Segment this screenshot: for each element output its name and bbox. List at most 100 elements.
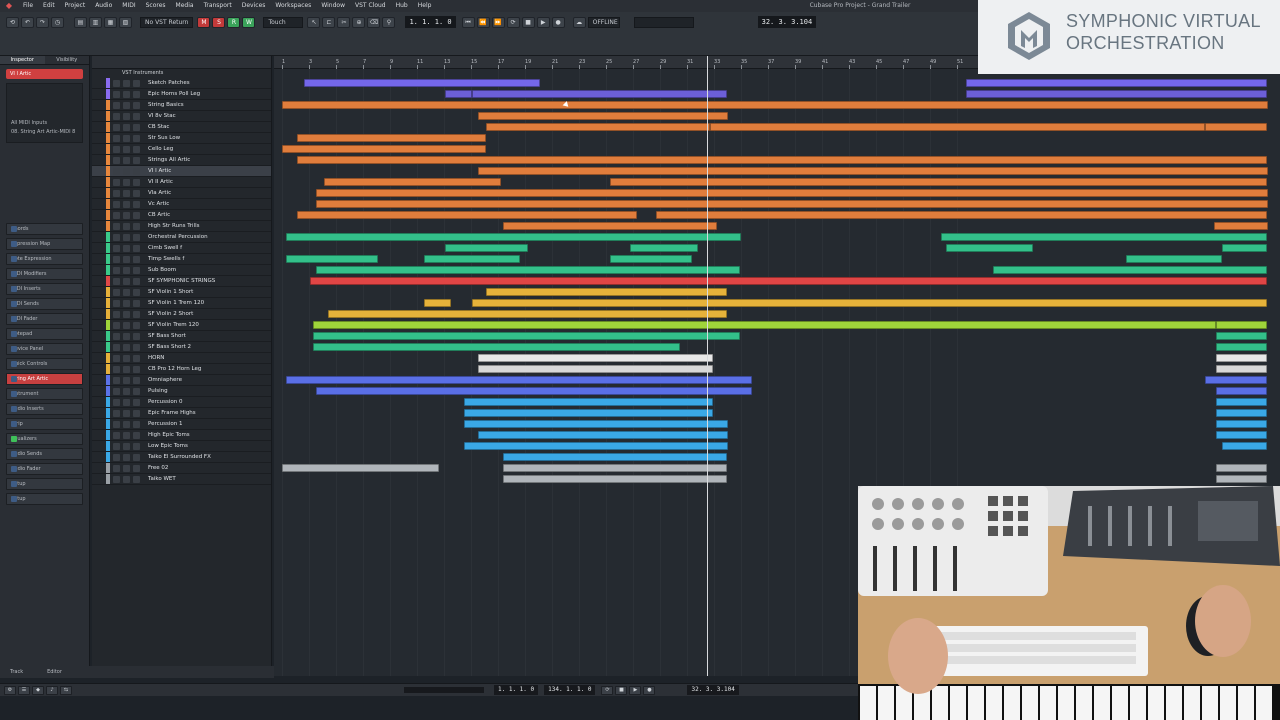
- inspector-section-audio-inserts[interactable]: Audio Inserts: [6, 403, 83, 415]
- menu-devices[interactable]: Devices: [237, 0, 271, 12]
- inspector-track-controls[interactable]: All MIDI Inputs 08. String Art Artic-MID…: [6, 83, 83, 143]
- section-toggle-icon[interactable]: [11, 271, 17, 277]
- tab-inspector[interactable]: Inspector: [0, 56, 45, 65]
- section-toggle-icon[interactable]: [11, 346, 17, 352]
- track-row[interactable]: Strings All Artic: [92, 155, 271, 166]
- section-toggle-icon[interactable]: [11, 226, 17, 232]
- solo-button[interactable]: [123, 332, 130, 340]
- show-inspector-button[interactable]: ▤: [74, 16, 87, 28]
- event-part[interactable]: [313, 321, 1217, 329]
- event-part[interactable]: [1216, 321, 1268, 329]
- solo-button[interactable]: [123, 321, 130, 329]
- solo-button[interactable]: [123, 79, 130, 87]
- monitor-button[interactable]: [133, 288, 140, 296]
- event-part[interactable]: [445, 244, 528, 252]
- track-row[interactable]: CB Stac: [92, 122, 271, 133]
- monitor-button[interactable]: [133, 123, 140, 131]
- mute-button[interactable]: [113, 299, 120, 307]
- track-row[interactable]: VI II Artic: [92, 177, 271, 188]
- event-part[interactable]: [296, 211, 638, 219]
- menu-midi[interactable]: MIDI: [117, 0, 140, 12]
- event-part[interactable]: [445, 90, 473, 98]
- event-part[interactable]: [1216, 365, 1268, 373]
- track-row[interactable]: SF Violin 1 Trem 120: [92, 298, 271, 309]
- event-part[interactable]: [1216, 475, 1268, 483]
- section-toggle-icon[interactable]: [11, 331, 17, 337]
- track-row[interactable]: Sub Boom: [92, 265, 271, 276]
- play-button[interactable]: ▶: [536, 16, 550, 28]
- tab-editor[interactable]: Editor: [47, 669, 62, 675]
- tab-track[interactable]: Track: [10, 669, 23, 675]
- solo-button[interactable]: [123, 387, 130, 395]
- inspector-section-midi-modifiers[interactable]: MIDI Modifiers: [6, 268, 83, 280]
- track-row[interactable]: Cello Leg: [92, 144, 271, 155]
- monitor-button[interactable]: [133, 310, 140, 318]
- mute-button[interactable]: [113, 376, 120, 384]
- mute-button[interactable]: [113, 255, 120, 263]
- mute-button[interactable]: [113, 200, 120, 208]
- menu-edit[interactable]: Edit: [38, 0, 60, 12]
- monitor-button[interactable]: [133, 266, 140, 274]
- event-part[interactable]: [1216, 420, 1268, 428]
- event-part[interactable]: [946, 244, 1033, 252]
- mute-button[interactable]: [113, 123, 120, 131]
- solo-button[interactable]: [123, 442, 130, 450]
- event-part[interactable]: [1216, 387, 1268, 395]
- mute-button[interactable]: [113, 222, 120, 230]
- event-part[interactable]: [423, 255, 520, 263]
- inspector-section-midi-inserts[interactable]: MIDI Inserts: [6, 283, 83, 295]
- solo-button[interactable]: [123, 178, 130, 186]
- menu-media[interactable]: Media: [171, 0, 199, 12]
- event-part[interactable]: [1216, 464, 1268, 472]
- event-part[interactable]: [282, 464, 439, 472]
- menu-window[interactable]: Window: [316, 0, 350, 12]
- solo-button[interactable]: [123, 409, 130, 417]
- track-row[interactable]: HORN: [92, 353, 271, 364]
- monitor-button[interactable]: [133, 365, 140, 373]
- menu-scores[interactable]: Scores: [141, 0, 171, 12]
- menu-help[interactable]: Help: [413, 0, 437, 12]
- solo-button[interactable]: [123, 277, 130, 285]
- solo-button[interactable]: [123, 101, 130, 109]
- section-toggle-icon[interactable]: [11, 466, 17, 472]
- section-toggle-icon[interactable]: [11, 436, 17, 442]
- event-part[interactable]: [464, 398, 713, 406]
- inspector-section-audio-sends[interactable]: Audio Sends: [6, 448, 83, 460]
- event-part[interactable]: [993, 266, 1268, 274]
- event-part[interactable]: [315, 189, 1268, 197]
- mute-button[interactable]: [113, 244, 120, 252]
- erase-tool[interactable]: ⌫: [367, 16, 381, 28]
- mute-button[interactable]: [113, 145, 120, 153]
- transport-play-button[interactable]: ▶: [629, 685, 642, 695]
- section-toggle-icon[interactable]: [11, 241, 17, 247]
- track-row[interactable]: VI 8v Stac: [92, 111, 271, 122]
- inspector-section-expression-map[interactable]: Expression Map: [6, 238, 83, 250]
- event-part[interactable]: [282, 145, 486, 153]
- mute-button[interactable]: [113, 332, 120, 340]
- track-row[interactable]: Cimb Swell f: [92, 243, 271, 254]
- solo-button[interactable]: [123, 376, 130, 384]
- monitor-button[interactable]: [133, 299, 140, 307]
- inspector-section-chords[interactable]: Chords: [6, 223, 83, 235]
- left-locator-display[interactable]: 1. 1. 1. 0: [405, 16, 456, 28]
- object-select-tool[interactable]: ↖: [307, 16, 321, 28]
- monitor-button[interactable]: [133, 222, 140, 230]
- event-part[interactable]: [503, 475, 728, 483]
- event-part[interactable]: [485, 288, 728, 296]
- marker-icon[interactable]: ◆: [32, 685, 44, 695]
- solo-button[interactable]: [123, 200, 130, 208]
- track-row[interactable]: Sketch Patches: [92, 78, 271, 89]
- mute-button[interactable]: [113, 310, 120, 318]
- track-row[interactable]: String Basics: [92, 100, 271, 111]
- activate-project-button[interactable]: ⟲: [6, 16, 19, 28]
- mute-button[interactable]: [113, 365, 120, 373]
- section-toggle-icon[interactable]: [11, 316, 17, 322]
- solo-button[interactable]: [123, 134, 130, 142]
- monitor-button[interactable]: [133, 343, 140, 351]
- event-part[interactable]: [477, 365, 713, 373]
- inspector-section-instrument[interactable]: Instrument: [6, 388, 83, 400]
- event-part[interactable]: [313, 343, 681, 351]
- event-part[interactable]: [464, 442, 728, 450]
- transport-settings-icon[interactable]: ⚙: [4, 685, 16, 695]
- metronome-icon[interactable]: ♪: [46, 685, 58, 695]
